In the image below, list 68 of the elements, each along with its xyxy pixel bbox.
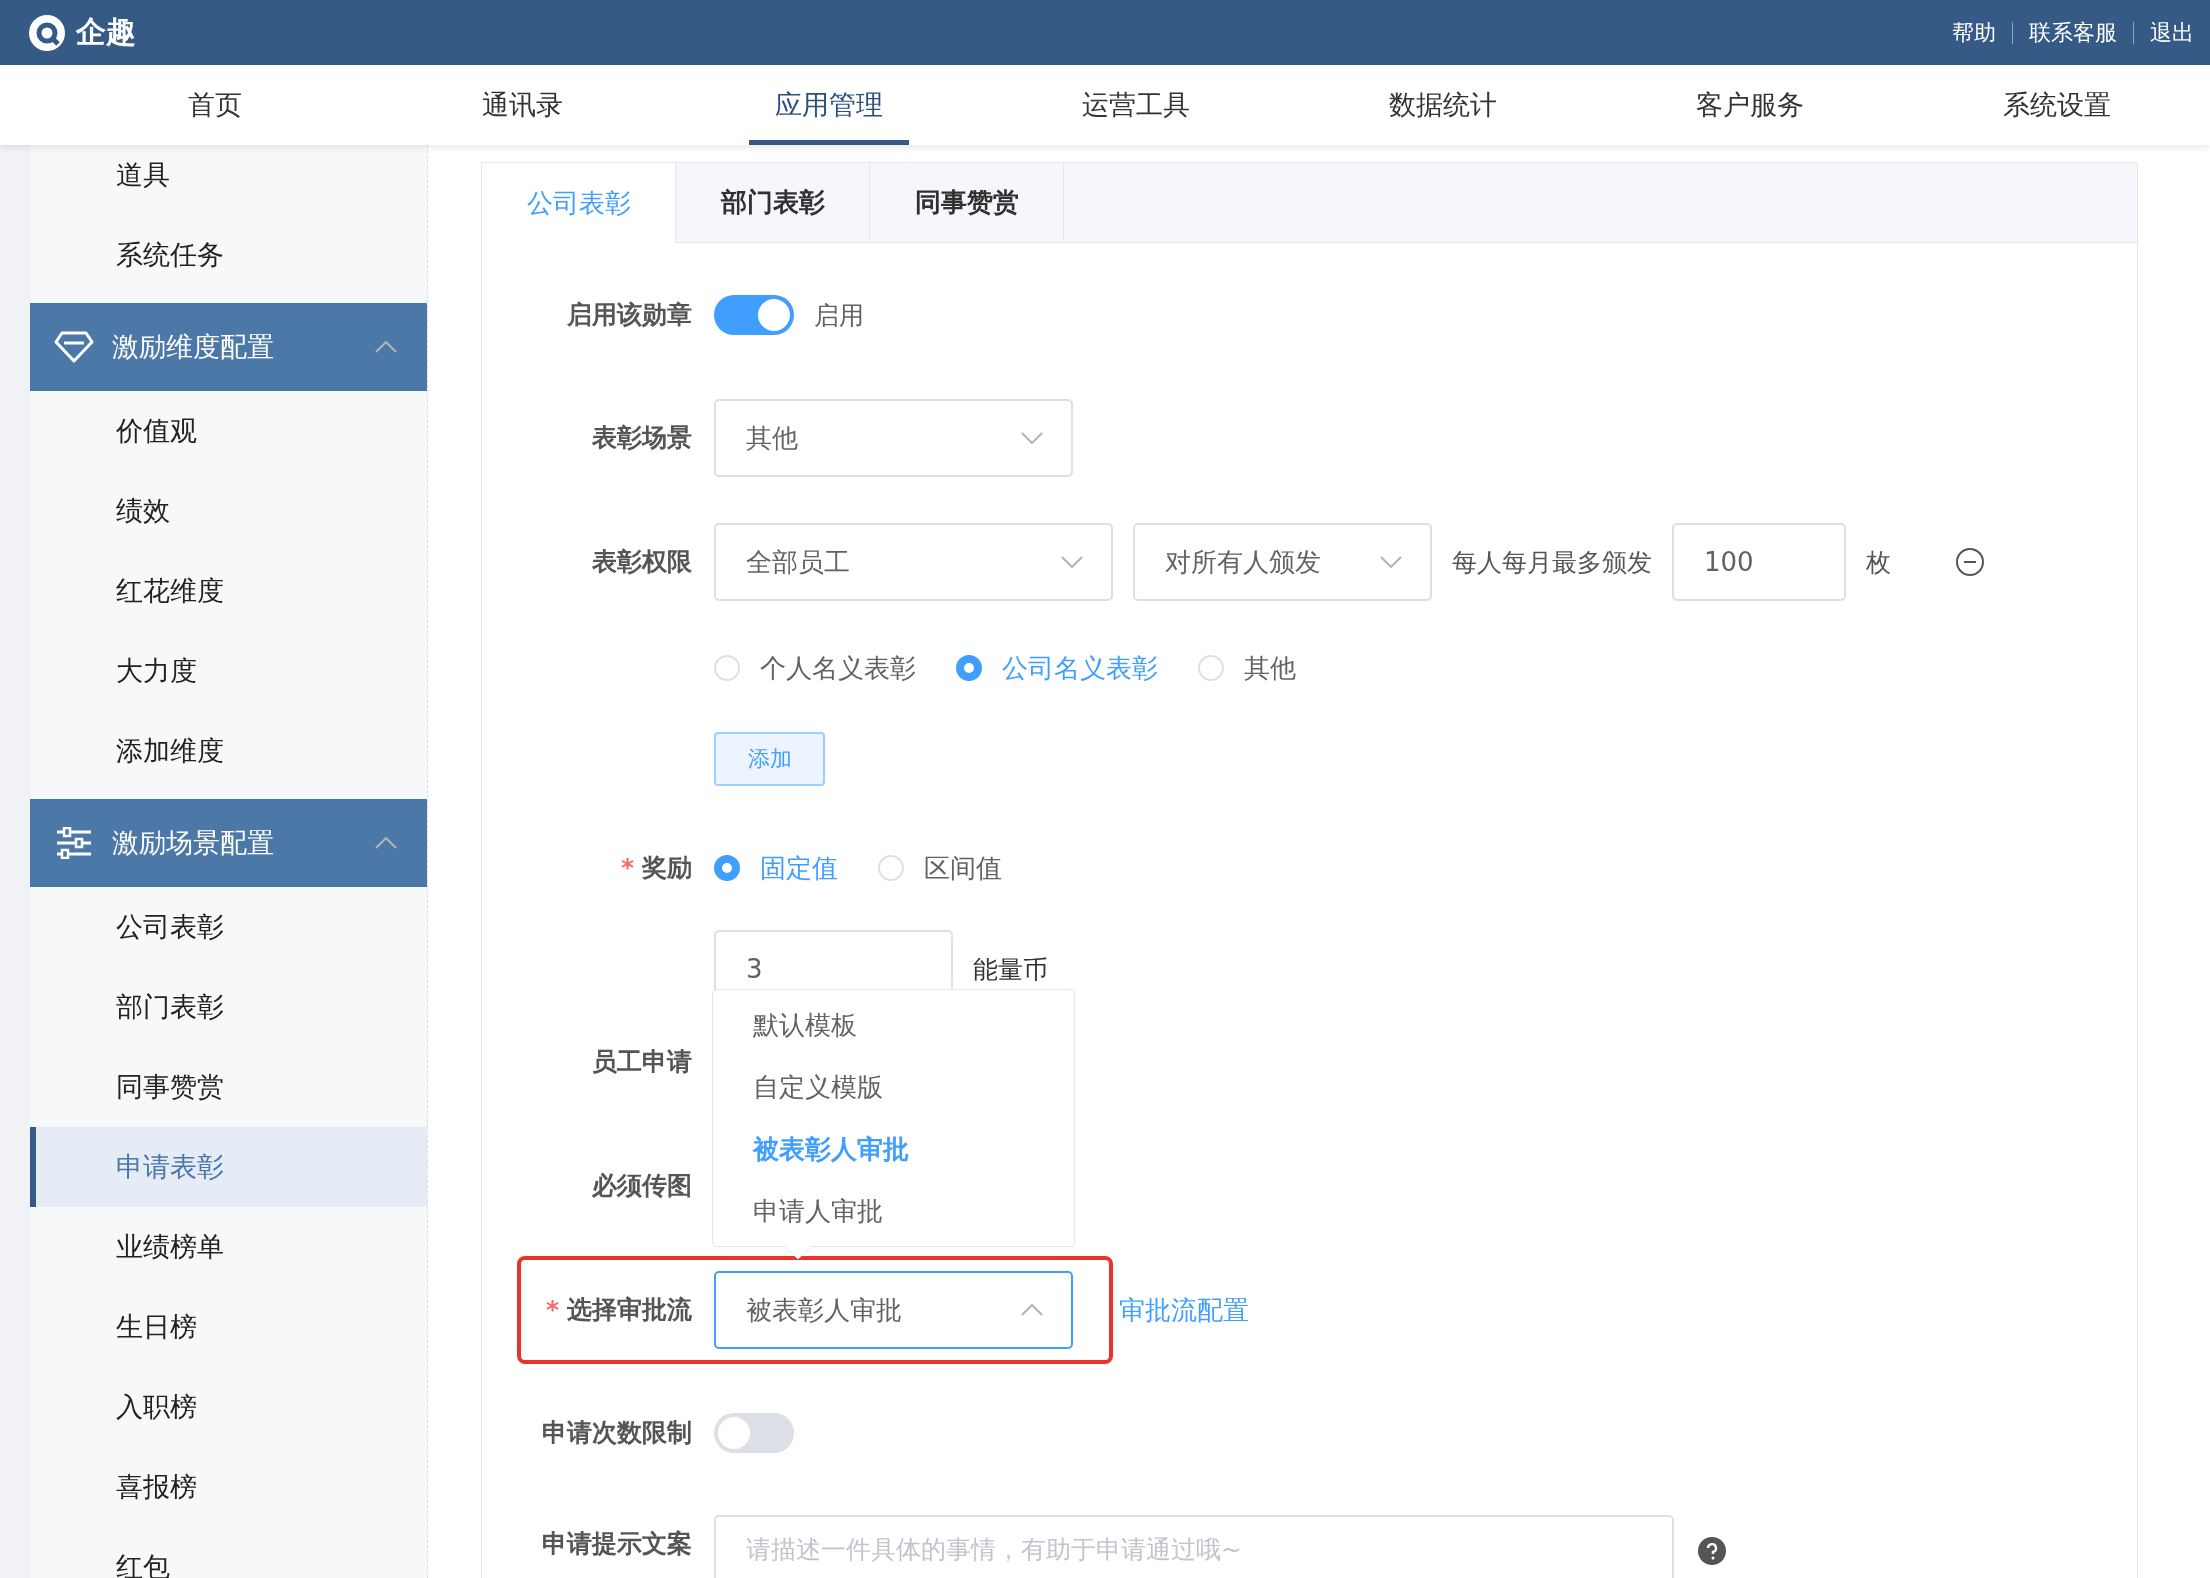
nav-tab[interactable]: 客户服务 xyxy=(1596,65,1904,145)
field-label: 申请提示文案 xyxy=(542,1529,692,1558)
sidebar-item[interactable]: 公司表彰 xyxy=(30,887,427,967)
sidebar-item[interactable]: 大力度 xyxy=(30,631,427,711)
radio-option[interactable]: 其他 xyxy=(1198,650,1296,686)
sidebar-item[interactable]: 添加维度 xyxy=(30,711,427,791)
chevron-up-icon xyxy=(375,341,397,353)
sidebar-item[interactable]: 部门表彰 xyxy=(30,967,427,1047)
dropdown-option[interactable]: 自定义模版 xyxy=(713,1056,1074,1118)
nav-tab[interactable]: 首页 xyxy=(62,65,369,145)
header-link[interactable]: 联系客服 xyxy=(2029,17,2117,48)
tab[interactable]: 同事赞赏 xyxy=(870,163,1064,242)
brand-name: 企趣 xyxy=(76,13,136,51)
limit-label: 每人每月最多颁发 xyxy=(1452,546,1652,579)
sliders-icon xyxy=(54,827,94,859)
sidebar-item[interactable]: 喜报榜 xyxy=(30,1447,427,1527)
sidebar-item[interactable]: 业绩榜单 xyxy=(30,1207,427,1287)
sidebar-item[interactable]: 入职榜 xyxy=(30,1367,427,1447)
nav-tab[interactable]: 应用管理 xyxy=(675,65,983,145)
unit-text: 能量币 xyxy=(973,953,1048,986)
field-label: 奖励 xyxy=(642,853,692,882)
sidebar-item[interactable]: 申请表彰 xyxy=(30,1127,427,1207)
dropdown-option[interactable]: 申请人审批 xyxy=(713,1180,1074,1242)
unit-text: 枚 xyxy=(1866,546,1891,579)
nav-tab[interactable]: 数据统计 xyxy=(1289,65,1597,145)
field-label: 申请次数限制 xyxy=(542,1418,692,1447)
header-link[interactable]: 帮助 xyxy=(1952,17,1996,48)
sidebar-item[interactable]: 绩效 xyxy=(30,471,427,551)
sidebar-group[interactable]: 激励场景配置 xyxy=(30,799,427,887)
sidebar-item[interactable]: 价值观 xyxy=(30,391,427,471)
nav-tab[interactable]: 系统设置 xyxy=(1903,65,2210,145)
chevron-down-icon xyxy=(1061,556,1083,568)
select-field[interactable]: 被表彰人审批 xyxy=(714,1271,1073,1349)
toggle-switch[interactable] xyxy=(714,295,794,335)
field-label: 员工申请 xyxy=(592,1047,692,1076)
nav-tab[interactable]: 通讯录 xyxy=(368,65,676,145)
radio-option[interactable]: 个人名义表彰 xyxy=(714,650,916,686)
sidebar-item[interactable]: 同事赞赏 xyxy=(30,1047,427,1127)
tab[interactable]: 部门表彰 xyxy=(676,163,870,242)
required-mark: * xyxy=(545,1295,559,1324)
radio-option[interactable]: 区间值 xyxy=(878,850,1002,886)
field-label: 选择审批流 xyxy=(567,1295,692,1324)
limit-input[interactable]: 100 xyxy=(1672,523,1846,601)
field-label: 表彰场景 xyxy=(592,423,692,452)
required-mark: * xyxy=(620,853,634,882)
remove-icon[interactable] xyxy=(1955,547,1985,577)
field-label: 启用该勋章 xyxy=(567,300,692,329)
logo-icon xyxy=(28,13,66,52)
sidebar-item[interactable]: 红花维度 xyxy=(30,551,427,631)
nav-tab[interactable]: 运营工具 xyxy=(982,65,1290,145)
toggle-switch[interactable] xyxy=(714,1413,794,1453)
field-label: 必须传图 xyxy=(592,1171,692,1200)
select-field[interactable]: 全部员工 xyxy=(714,523,1113,601)
sidebar-item[interactable]: 系统任务 xyxy=(30,215,427,295)
chevron-down-icon xyxy=(1021,432,1043,444)
chevron-up-icon xyxy=(1021,1304,1043,1316)
switch-text: 启用 xyxy=(814,299,864,332)
select-field[interactable]: 其他 xyxy=(714,399,1073,477)
diamond-icon xyxy=(54,331,94,363)
sidebar-group[interactable]: 激励维度配置 xyxy=(30,303,427,391)
chevron-down-icon xyxy=(1380,556,1402,568)
select-field[interactable]: 对所有人颁发 xyxy=(1133,523,1432,601)
field-label: 表彰权限 xyxy=(592,547,692,576)
header-link[interactable]: 退出 xyxy=(2150,17,2194,48)
sidebar-item[interactable]: 道具 xyxy=(30,145,427,215)
chevron-up-icon xyxy=(375,837,397,849)
help-icon[interactable] xyxy=(1698,1537,1726,1565)
sidebar-item[interactable]: 生日榜 xyxy=(30,1287,427,1367)
